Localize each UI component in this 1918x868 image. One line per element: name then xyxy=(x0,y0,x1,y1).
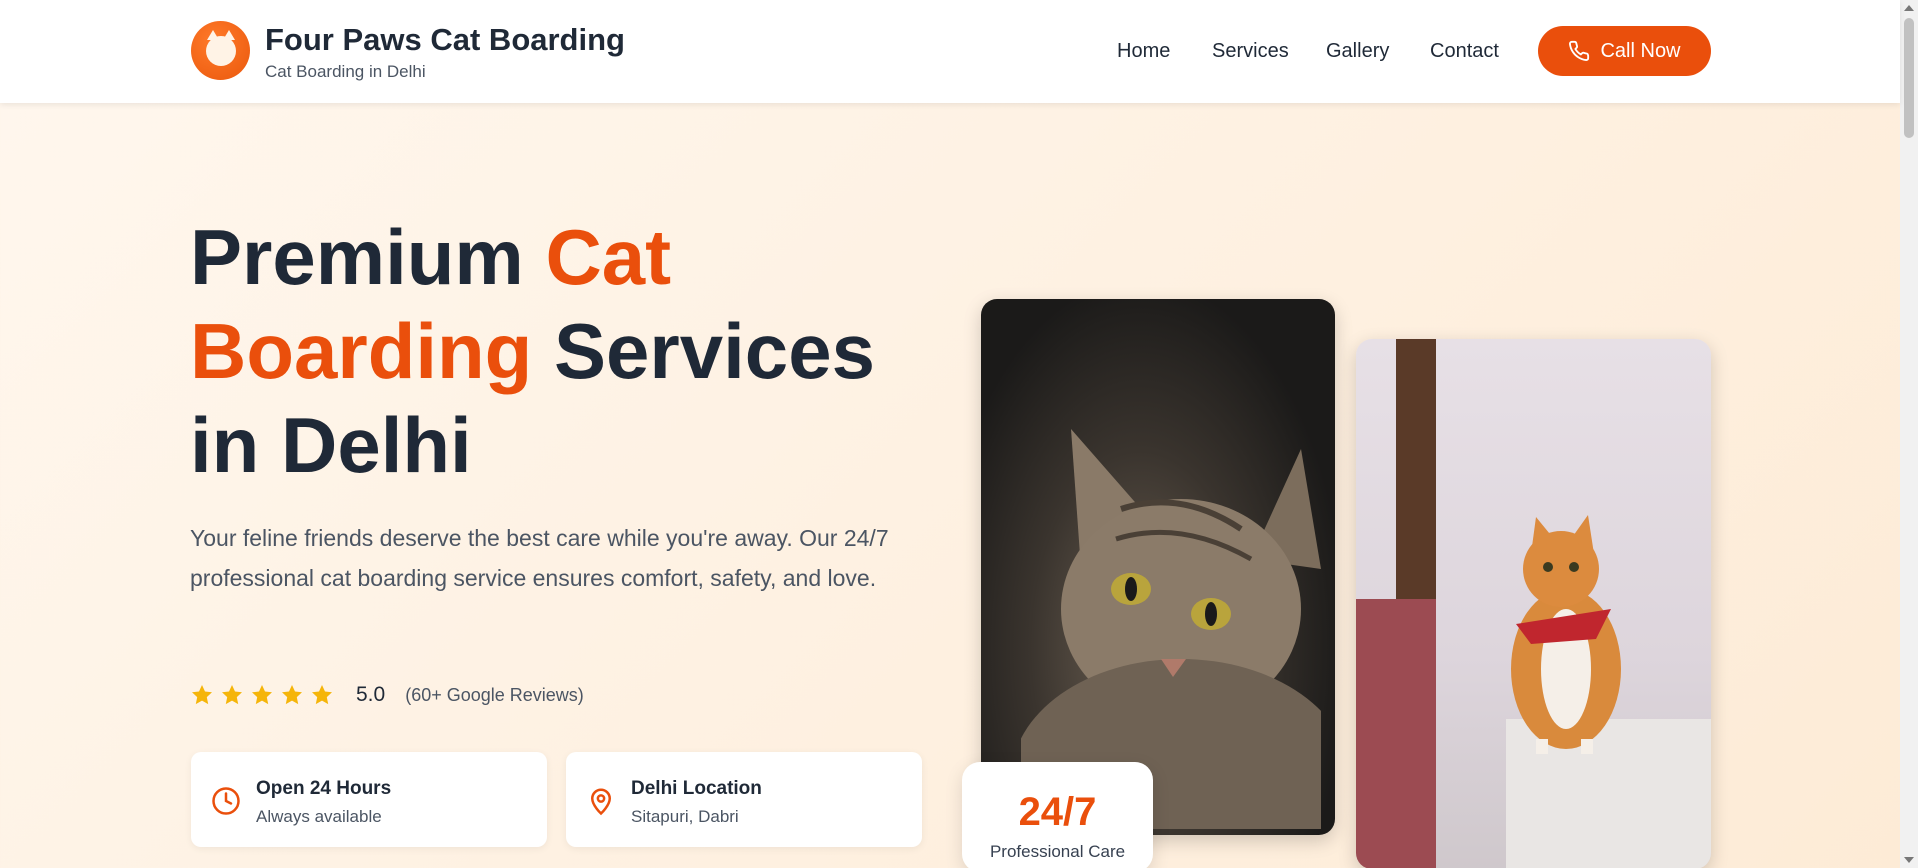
info-card-hours: Open 24 Hours Always available xyxy=(191,752,547,847)
star-icon xyxy=(282,685,302,705)
badge-label: Professional Care xyxy=(989,842,1126,861)
star-icon xyxy=(252,685,272,705)
scroll-thumb[interactable] xyxy=(1904,18,1914,138)
nav-gallery[interactable]: Gallery xyxy=(1326,40,1389,63)
care-badge: 24/7 Professional Care xyxy=(962,762,1153,868)
nav-services[interactable]: Services xyxy=(1212,40,1289,63)
phone-icon xyxy=(1569,40,1590,61)
cat-logo-icon xyxy=(205,29,236,66)
star-icon xyxy=(222,685,242,705)
info-card-location: Delhi Location Sitapuri, Dabri xyxy=(566,752,922,847)
star-icon xyxy=(192,685,212,705)
badge-value: 24/7 xyxy=(1018,790,1097,834)
scroll-up-arrow-icon[interactable] xyxy=(1904,5,1914,11)
orange-cat-illustration xyxy=(1356,339,1711,868)
call-now-button[interactable]: Call Now xyxy=(1538,26,1711,76)
brand-subtitle: Cat Boarding in Delhi xyxy=(265,62,426,81)
rating-value: 5.0 xyxy=(356,683,386,706)
info-card-subtitle: Sitapuri, Dabri xyxy=(631,807,739,826)
scrollbar[interactable] xyxy=(1900,0,1918,868)
location-pin-icon xyxy=(590,788,612,816)
hero-description: Your feline friends deserve the best car… xyxy=(190,525,889,591)
clock-icon xyxy=(212,787,240,815)
rating: 5.0 (60+ Google Reviews) xyxy=(190,680,584,710)
hero-title: Premium Cat Boarding Services in Delhi xyxy=(190,210,930,492)
brand-title[interactable]: Four Paws Cat Boarding xyxy=(265,22,625,58)
star-icon xyxy=(312,685,332,705)
orange-cat-photo xyxy=(1356,339,1711,868)
site-header: Four Paws Cat Boarding Cat Boarding in D… xyxy=(0,0,1900,103)
info-card-subtitle: Always available xyxy=(256,807,382,826)
call-now-label: Call Now xyxy=(1600,39,1681,62)
tabby-cat-illustration xyxy=(1021,429,1321,829)
scroll-down-arrow-icon[interactable] xyxy=(1904,857,1914,863)
nav-contact[interactable]: Contact xyxy=(1430,40,1499,63)
info-card-title: Open 24 Hours xyxy=(256,778,392,799)
info-card-title: Delhi Location xyxy=(631,778,762,799)
nav-home[interactable]: Home xyxy=(1117,40,1170,63)
tabby-cat-photo xyxy=(981,299,1335,835)
hero-title-part1: Premium xyxy=(190,213,546,301)
logo[interactable] xyxy=(191,21,250,80)
star-rating xyxy=(190,683,334,707)
review-count[interactable]: (60+ Google Reviews) xyxy=(405,685,584,706)
